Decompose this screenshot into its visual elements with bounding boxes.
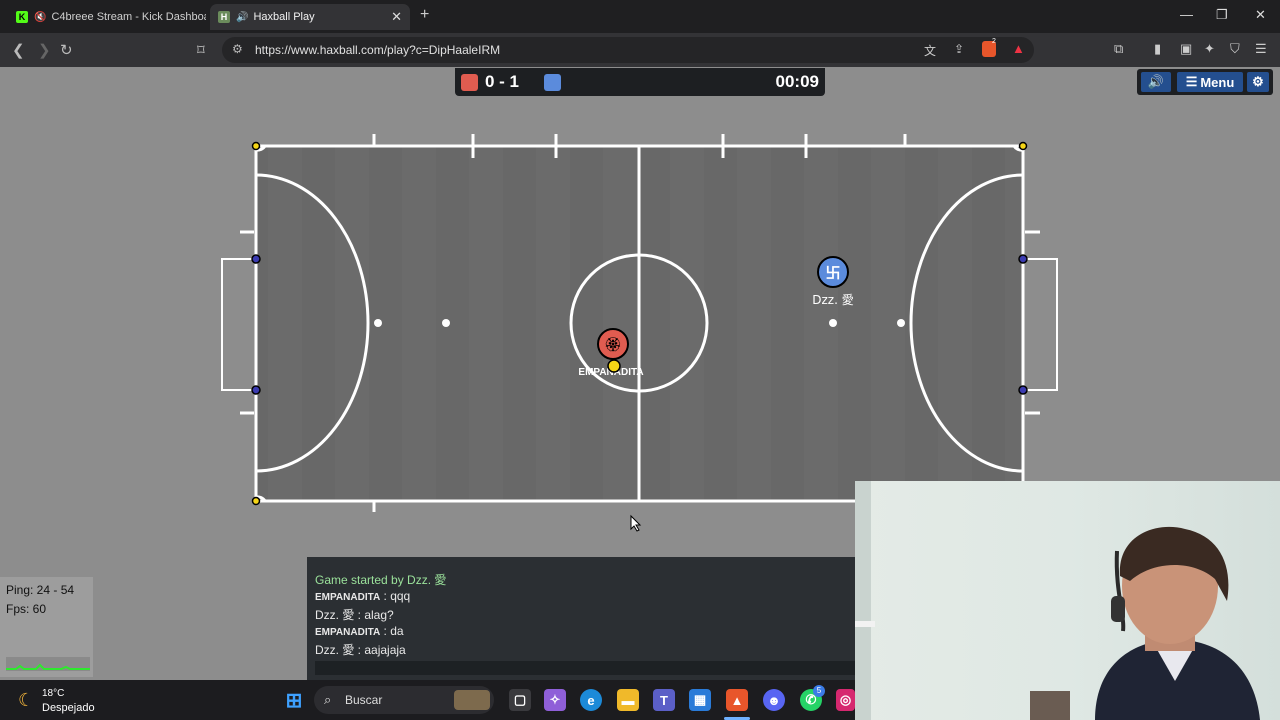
instagram-icon[interactable]: ◎ [836, 689, 855, 711]
file-explorer-icon[interactable]: ▬ [617, 689, 639, 711]
notification-badge: 5 [813, 685, 825, 697]
chat-author: Dzz. 愛 [315, 608, 355, 622]
tab-title: Haxball Play [253, 11, 315, 23]
haxball-favicon-icon: H [218, 11, 230, 23]
fps-text: Fps: 60 [6, 602, 47, 616]
copilot-icon[interactable]: ✧ [544, 689, 566, 711]
forward-icon[interactable]: ❯ [38, 41, 51, 59]
search-highlight-image [454, 690, 490, 710]
webcam-overlay [855, 481, 1280, 720]
reload-icon[interactable]: ↻ [60, 41, 73, 59]
translate-icon[interactable]: 文 [924, 42, 936, 59]
discord-icon[interactable]: ☻ [763, 689, 785, 711]
new-tab-button[interactable]: + [420, 6, 429, 24]
chat-panel: Game started by Dzz. 愛 EMPANADITA : qqq … [307, 557, 855, 680]
taskbar-search[interactable]: ⌕ Buscar [314, 686, 494, 714]
chat-line: EMPANADITA : da [315, 624, 404, 638]
windows-taskbar: ☾ 18°C Despejado ⊞ ⌕ Buscar ▢ ✧ e ▬ T ▦ … [0, 680, 855, 720]
tab-kick-dashboard[interactable]: K 🔇 C4breee Stream - Kick Dashboard [8, 4, 206, 30]
restore-icon[interactable]: ❐ [1216, 7, 1228, 23]
kick-favicon-icon: K [16, 11, 28, 23]
chat-author: Dzz. 愛 [315, 643, 355, 657]
browser-toolbar: ❮ ❯ ↻ ⌑ ⚙ https://www.haxball.com/play?c… [0, 33, 1280, 67]
chat-author: EMPANADITA [315, 592, 381, 603]
mouse-cursor-icon [630, 514, 642, 532]
address-bar[interactable]: ⚙ https://www.haxball.com/play?c=DipHaal… [222, 37, 1034, 63]
blue-player-name: Dzz. 愛 [812, 293, 853, 307]
edge-icon[interactable]: e [580, 689, 602, 711]
tab-haxball-play[interactable]: H 🔊 Haxball Play ✕ [210, 4, 410, 30]
sidebar-icon[interactable]: ▮ [1154, 41, 1161, 57]
tab-title: C4breee Stream - Kick Dashboard [51, 11, 206, 23]
task-view-icon[interactable]: ▢ [509, 689, 531, 711]
muted-speaker-icon[interactable]: 🔇 [34, 12, 46, 23]
close-tab-icon[interactable]: ✕ [391, 9, 402, 25]
chat-line: Dzz. 愛 : aajajaja [315, 641, 406, 658]
browser-tabbar: K 🔇 C4breee Stream - Kick Dashboard H 🔊 … [0, 0, 1280, 33]
chat-message: : aajajaja [354, 643, 406, 657]
minimize-icon[interactable]: — [1180, 7, 1193, 22]
search-icon: ⌕ [324, 692, 332, 707]
weather-condition: Despejado [42, 702, 95, 714]
wallet-icon[interactable]: ▣ [1180, 41, 1192, 57]
performance-panel: Ping: 24 - 54 Fps: 60 [0, 577, 93, 677]
screenshot-icon[interactable]: ⧉ [1114, 41, 1123, 57]
chat-message: : da [383, 624, 404, 638]
store-icon[interactable]: ▦ [689, 689, 711, 711]
ball [607, 359, 621, 373]
red-player-avatar: 🏵 [604, 337, 622, 353]
weather-temp: 18°C [42, 688, 65, 699]
chat-input[interactable] [315, 661, 855, 675]
site-info-icon[interactable]: ⚙ [232, 42, 243, 56]
ping-text: Ping: 24 - 54 [6, 583, 75, 597]
windows-start-icon[interactable]: ⊞ [283, 689, 305, 712]
search-placeholder: Buscar [345, 693, 383, 707]
brave-rewards-icon[interactable]: ▲ [1012, 41, 1025, 56]
blue-player-avatar: 卐 [825, 264, 840, 282]
chat-message: : qqq [383, 589, 411, 603]
leo-ai-icon[interactable]: ✦ [1204, 41, 1215, 57]
moon-icon: ☾ [18, 690, 35, 710]
bookmark-icon[interactable]: ⌑ [197, 41, 205, 59]
vpn-icon[interactable]: ⛉ [1230, 41, 1240, 57]
speaker-icon[interactable]: 🔊 [236, 12, 248, 23]
back-icon[interactable]: ❮ [12, 41, 25, 59]
url-text: https://www.haxball.com/play?c=DipHaaleI… [255, 43, 501, 57]
streamer-image [855, 481, 1260, 720]
browser-menu-icon[interactable]: ☰ [1255, 41, 1267, 57]
chat-system-line: Game started by Dzz. 愛 [315, 573, 447, 587]
chat-message: : alag? [354, 608, 394, 622]
shield-badge: 2 [992, 38, 996, 45]
chat-line: Dzz. 愛 : alag? [315, 606, 394, 623]
close-window-icon[interactable]: ✕ [1255, 7, 1266, 23]
share-icon[interactable]: ⇪ [954, 42, 964, 56]
chat-line: EMPANADITA : qqq [315, 589, 410, 603]
brave-taskbar-icon[interactable]: ▲ [726, 689, 748, 711]
teams-icon[interactable]: T [653, 689, 675, 711]
chat-author: EMPANADITA [315, 627, 381, 638]
fps-graph [6, 657, 90, 671]
